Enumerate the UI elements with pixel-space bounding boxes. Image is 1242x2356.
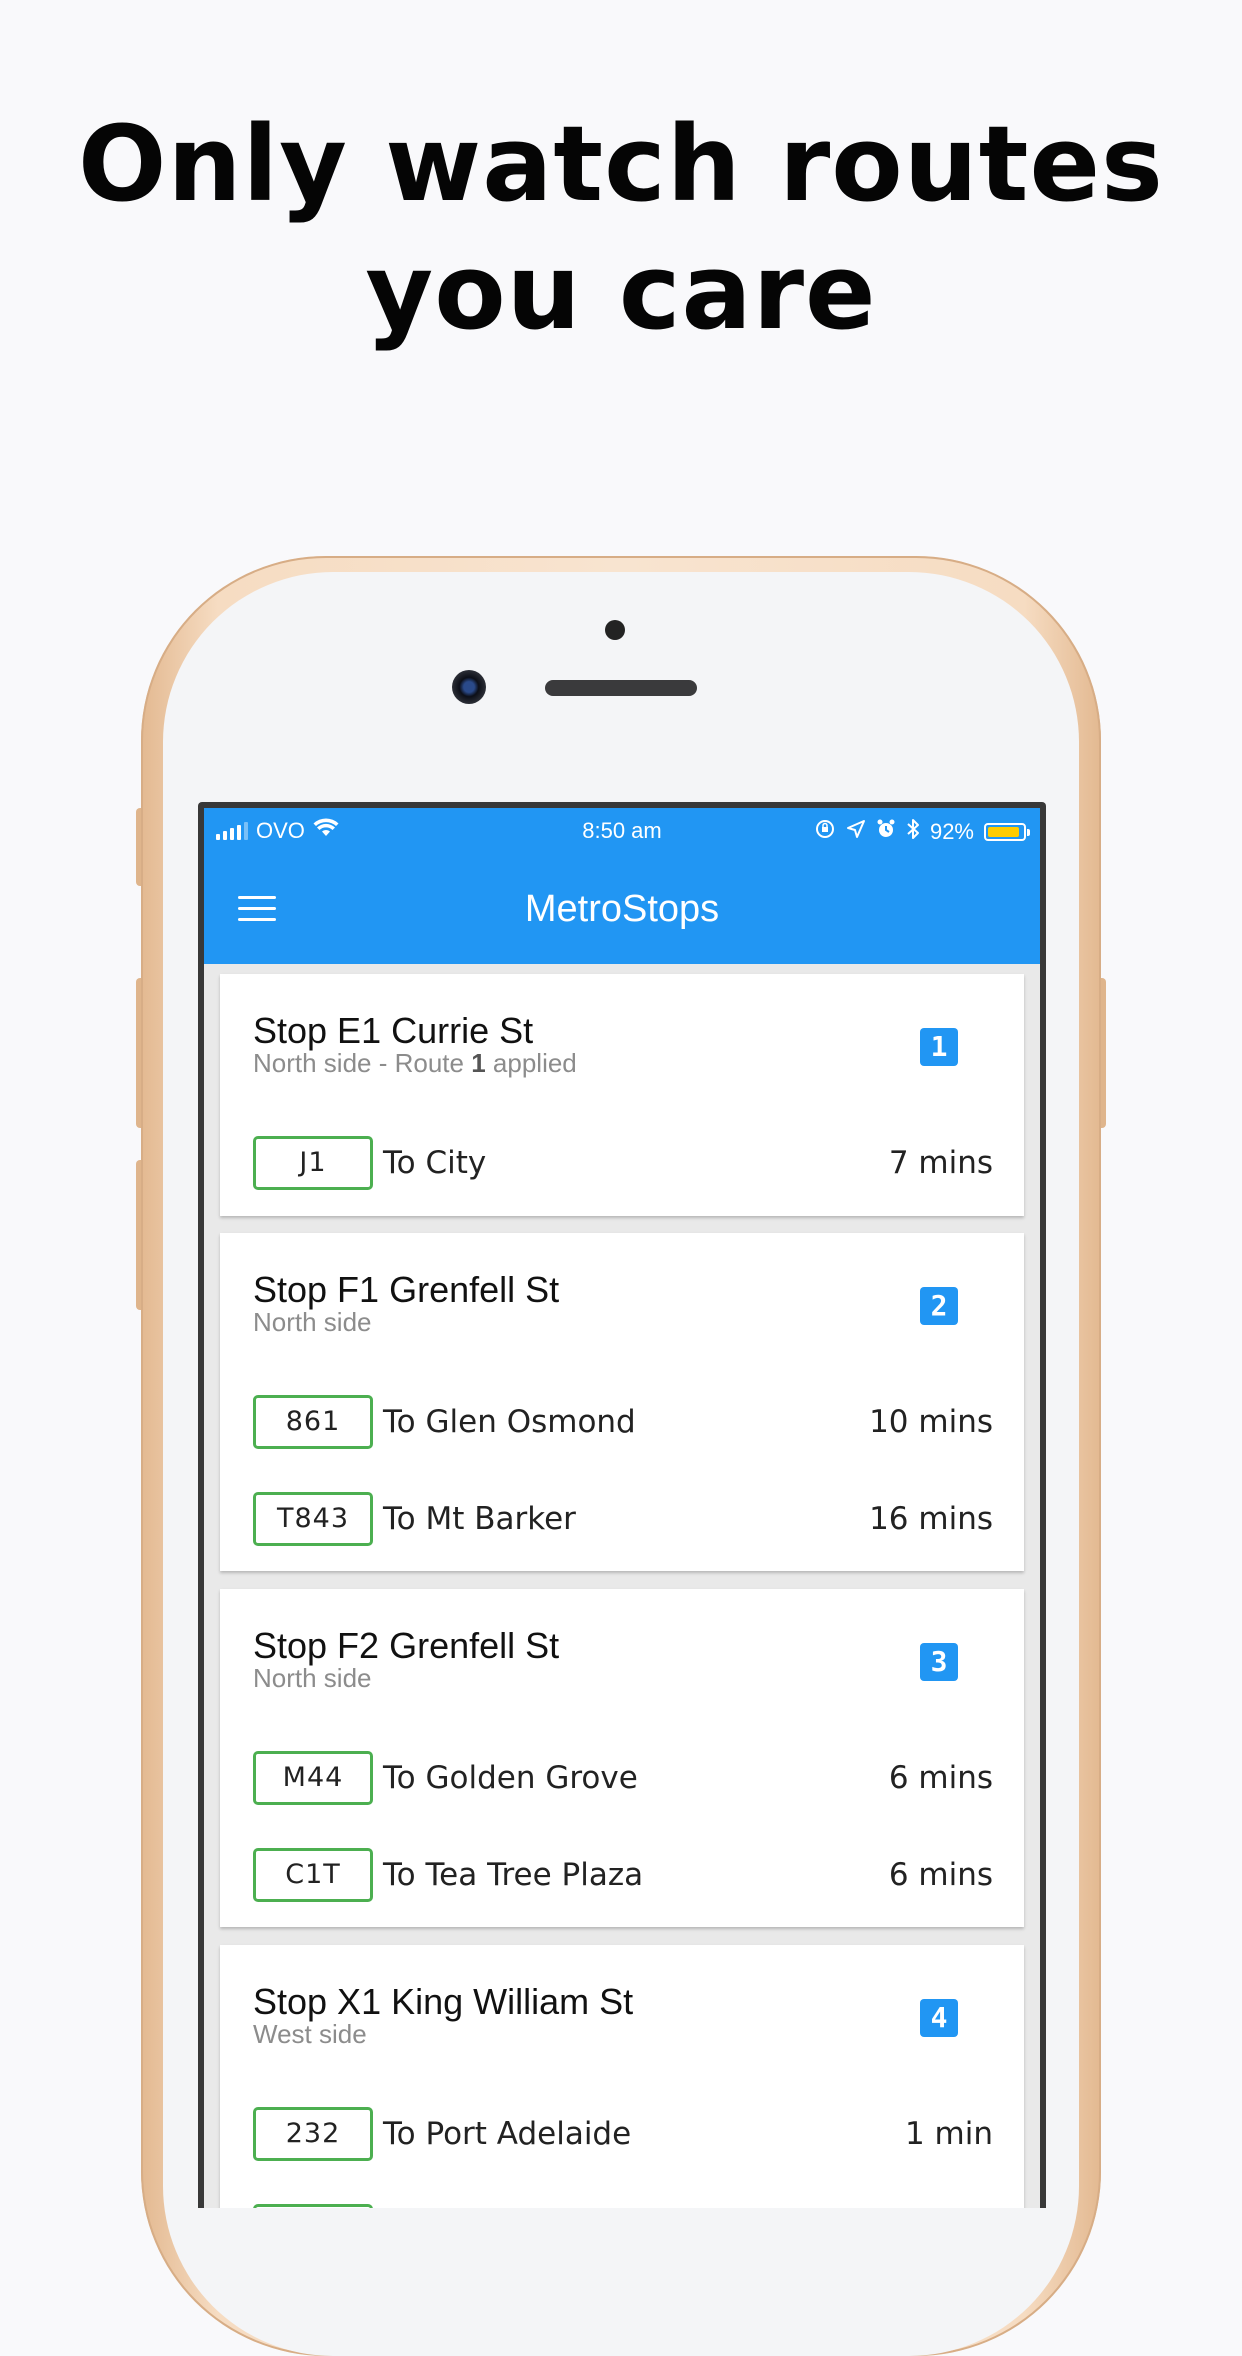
stop-card[interactable]: Stop E1 Currie St North side - Route 1 a… [220, 974, 1024, 1216]
bluetooth-icon [906, 818, 920, 846]
route-row[interactable]: T843 To Mt Barker 16 mins [253, 1492, 993, 1548]
route-eta: 6 mins [888, 1760, 993, 1796]
stop-title: Stop E1 Currie St [253, 1010, 534, 1051]
app-title: MetroStops [524, 888, 720, 930]
stop-title: Stop X1 King William St [253, 1981, 634, 2022]
route-code: 232 [253, 2107, 373, 2161]
route-eta: 16 mins [869, 1501, 993, 1537]
route-eta: 6 mins [888, 1857, 993, 1893]
stop-number-badge: 4 [920, 1999, 958, 2037]
earpiece-speaker [545, 680, 697, 696]
route-row[interactable]: C1T To Tea Tree Plaza 6 mins [253, 1848, 993, 1904]
route-row[interactable]: 232 To Port Adelaide 1 min [253, 2107, 993, 2163]
alarm-icon [876, 818, 896, 846]
stop-subtitle: North side - Route 1 applied [253, 1048, 577, 1079]
route-destination: To Glen Osmond [383, 1404, 636, 1440]
route-code: J1 [253, 1136, 373, 1190]
orientation-lock-icon [814, 818, 836, 846]
route-code: M44 [253, 1751, 373, 1805]
stop-subtitle: North side [253, 1663, 372, 1693]
route-destination: To City [383, 1145, 487, 1181]
route-row[interactable]: 861 To Glen Osmond 10 mins [253, 1395, 993, 1451]
route-row[interactable]: J1 To City 7 mins [253, 1136, 993, 1192]
proximity-sensor [605, 620, 625, 640]
route-code [253, 2204, 373, 2208]
route-destination: To Golden Grove [383, 1760, 638, 1796]
route-destination: To Tea Tree Plaza [383, 1857, 644, 1893]
route-destination: To Port Adelaide [383, 2116, 632, 2152]
route-row[interactable]: M44 To Golden Grove 6 mins [253, 1751, 993, 1807]
stop-subtitle-suffix: applied [485, 1048, 577, 1078]
stop-subtitle-prefix: North side - Route [253, 1048, 472, 1078]
route-code: 861 [253, 1395, 373, 1449]
route-eta: 7 mins [888, 1145, 993, 1181]
stop-title: Stop F1 Grenfell St [253, 1269, 560, 1310]
stop-card[interactable]: Stop X1 King William St West side 4 232 … [220, 1945, 1024, 2208]
stop-title: Stop F2 Grenfell St [253, 1625, 560, 1666]
front-camera [452, 670, 486, 704]
battery-icon [984, 823, 1030, 841]
battery-percent: 92% [929, 819, 974, 844]
app-bar: OVO 8:50 am 92% MetroStops [204, 808, 1040, 964]
route-row-partial[interactable] [253, 2204, 993, 2208]
route-code: T843 [253, 1492, 373, 1546]
stop-subtitle-route: 1 [471, 1048, 486, 1078]
status-bar: OVO 8:50 am 92% [204, 808, 1040, 856]
stop-number-badge: 1 [920, 1028, 958, 1066]
stop-card[interactable]: Stop F1 Grenfell St North side 2 861 To … [220, 1233, 1024, 1571]
location-icon [846, 819, 866, 845]
app-screen: OVO 8:50 am 92% MetroStops Stop E1 Curri… [204, 808, 1040, 2208]
stop-number-badge: 3 [920, 1643, 958, 1681]
headline-line-2: you care [365, 231, 877, 353]
headline: Only watch routes you care [0, 100, 1242, 356]
battery-fill [988, 827, 1020, 837]
headline-line-1: Only watch routes [78, 103, 1164, 225]
route-eta: 10 mins [869, 1404, 993, 1440]
route-destination: To Mt Barker [383, 1501, 576, 1537]
stop-card[interactable]: Stop F2 Grenfell St North side 3 M44 To … [220, 1589, 1024, 1927]
status-right: 92% [814, 818, 1030, 846]
stop-subtitle: North side [253, 1307, 372, 1337]
phone-screen: OVO 8:50 am 92% MetroStops Stop E1 Curri… [198, 802, 1046, 2208]
stop-subtitle: West side [253, 2019, 367, 2049]
route-code: C1T [253, 1848, 373, 1902]
route-eta: 1 min [904, 2116, 993, 2152]
stop-number-badge: 2 [920, 1287, 958, 1325]
